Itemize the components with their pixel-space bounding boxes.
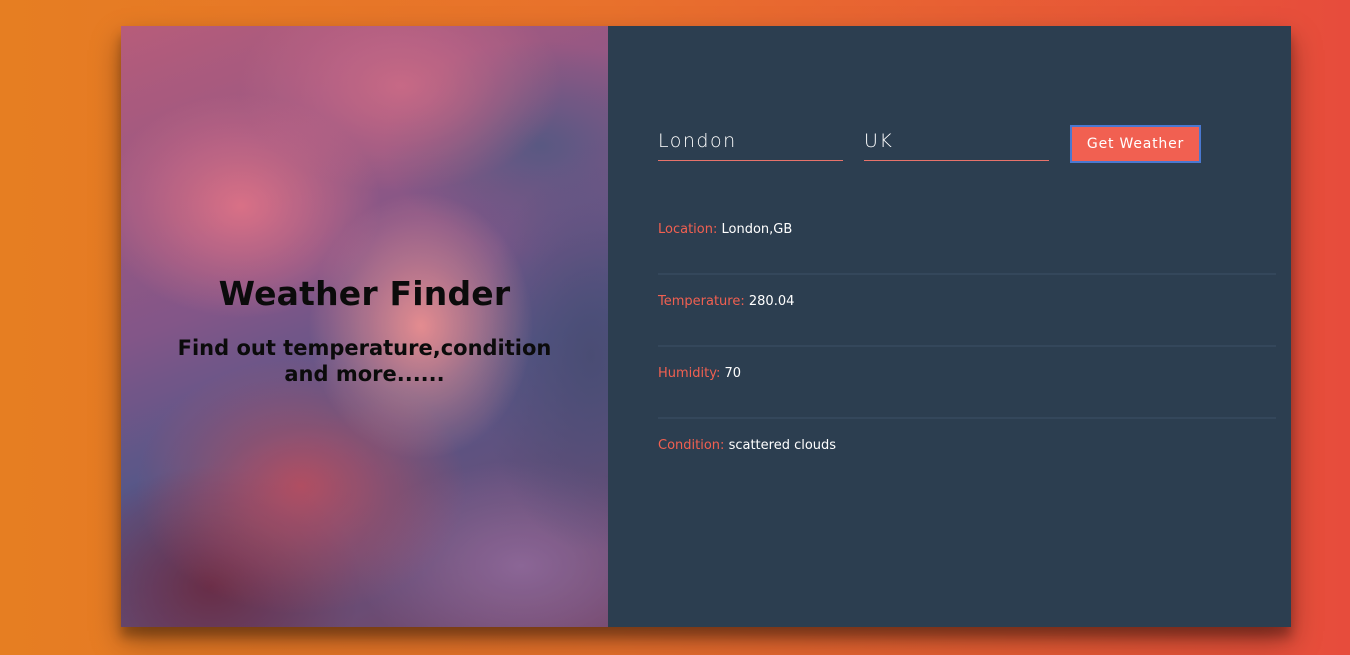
page-subtitle: Find out temperature,condition and more.… — [177, 336, 552, 386]
title-panel: Weather Finder Find out temperature,cond… — [121, 26, 608, 627]
weather-form: Get Weather — [658, 125, 1201, 163]
condition-value: scattered clouds — [728, 438, 837, 453]
temperature-row: Temperature: 280.04 — [658, 275, 1276, 347]
country-input[interactable] — [864, 125, 1049, 161]
condition-label: Condition: — [658, 438, 725, 453]
humidity-value: 70 — [724, 366, 742, 381]
location-value: London,GB — [721, 222, 793, 237]
form-panel: Get Weather Location: London,GB Temperat… — [608, 26, 1291, 627]
temperature-label: Temperature: — [658, 294, 745, 309]
humidity-label: Humidity: — [658, 366, 721, 381]
location-row: Location: London,GB — [658, 203, 1276, 275]
temperature-value: 280.04 — [748, 294, 795, 309]
get-weather-button[interactable]: Get Weather — [1070, 125, 1201, 163]
page-title: Weather Finder — [218, 274, 511, 313]
humidity-row: Humidity: 70 — [658, 347, 1276, 419]
title-block: Weather Finder Find out temperature,cond… — [121, 274, 608, 387]
location-label: Location: — [658, 222, 718, 237]
city-input[interactable] — [658, 125, 843, 161]
weather-card: Weather Finder Find out temperature,cond… — [121, 26, 1291, 627]
weather-results: Location: London,GB Temperature: 280.04 … — [658, 203, 1276, 491]
condition-row: Condition: scattered clouds — [658, 419, 1276, 491]
